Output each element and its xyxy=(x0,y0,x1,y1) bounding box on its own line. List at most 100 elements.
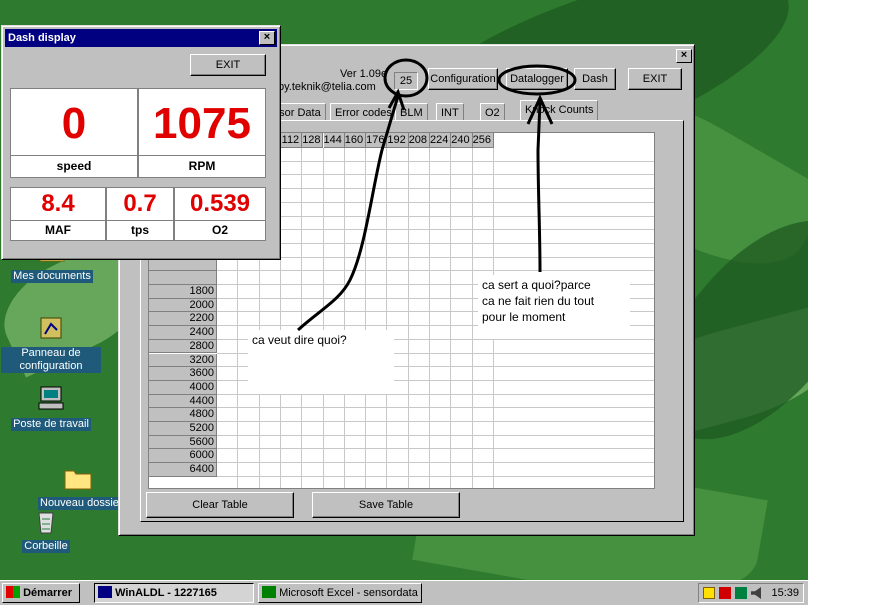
main-exit-button[interactable]: EXIT xyxy=(628,68,682,90)
column-header: 160 xyxy=(344,133,367,148)
tray-scheduler-icon[interactable] xyxy=(719,587,731,599)
speed-value: 0 xyxy=(61,99,87,148)
annotation-note-1: ca veut dire quoi? xyxy=(248,330,394,394)
tab-knock-counts[interactable]: Knock Counts xyxy=(520,100,599,121)
my-computer-icon xyxy=(35,383,67,415)
excel-app-icon xyxy=(262,586,276,598)
grid-line xyxy=(471,148,473,488)
o2-value: 0.539 xyxy=(189,190,251,217)
column-header: 192 xyxy=(387,133,409,148)
grid-line xyxy=(217,434,654,436)
column-header: 176 xyxy=(366,133,388,148)
column-header: 208 xyxy=(408,133,430,148)
grid-line xyxy=(450,148,452,488)
tps-value: 0.7 xyxy=(123,190,157,217)
column-header: 256 xyxy=(472,133,494,148)
maf-panel: 8.4 MAF xyxy=(10,187,106,241)
row-header: 4400 xyxy=(149,394,217,409)
column-header: 144 xyxy=(323,133,345,148)
tab-int[interactable]: INT xyxy=(436,103,464,121)
grid-line xyxy=(217,160,654,162)
desktop-icon-my-computer[interactable]: Poste de travail xyxy=(1,383,101,431)
row-header: 2400 xyxy=(149,326,217,340)
tab-blm[interactable]: BLM xyxy=(395,103,428,121)
row-header: 2200 xyxy=(149,312,217,327)
row-header: 6000 xyxy=(149,449,217,464)
row-header xyxy=(149,271,217,285)
grid-line xyxy=(217,407,654,409)
grid-line xyxy=(322,148,324,488)
grid-line xyxy=(301,148,303,488)
annotation-note-2: ca sert a quoi?parce ca ne fait rien du … xyxy=(478,275,630,339)
row-header: 2800 xyxy=(149,339,217,354)
tab-error-codes[interactable]: Error codes xyxy=(330,103,397,121)
row-header: 3600 xyxy=(149,367,217,381)
maf-label: MAF xyxy=(11,220,105,239)
row-header: 4800 xyxy=(149,408,217,422)
datalogger-button[interactable]: Datalogger xyxy=(506,68,568,90)
grid-line xyxy=(407,148,409,488)
clear-table-button[interactable]: Clear Table xyxy=(146,492,294,518)
row-header: 4000 xyxy=(149,380,217,395)
system-tray: 15:39 xyxy=(698,583,804,603)
tps-label: tps xyxy=(107,220,173,239)
grid-line xyxy=(217,174,654,176)
grid-line xyxy=(343,148,345,488)
grid-line xyxy=(217,448,654,450)
tray-display-icon[interactable] xyxy=(735,587,747,599)
o2-label: O2 xyxy=(175,220,265,239)
column-header: 224 xyxy=(430,133,452,148)
grid-line xyxy=(217,201,654,203)
row-header: 5600 xyxy=(149,435,217,450)
version-text: Ver 1.09e xyxy=(340,68,388,80)
taskbar: Démarrer WinALDL - 1227165 Microsoft Exc… xyxy=(0,580,808,605)
windows-logo-icon xyxy=(6,586,20,598)
grid-line xyxy=(217,256,654,258)
dash-close-button[interactable]: × xyxy=(259,31,275,45)
grid-line xyxy=(386,148,388,488)
column-header: 128 xyxy=(302,133,324,148)
save-table-button[interactable]: Save Table xyxy=(312,492,460,518)
tab-o2[interactable]: O2 xyxy=(480,103,505,121)
tps-panel: 0.7 tps xyxy=(106,187,174,241)
row-header: 3200 xyxy=(149,353,217,368)
control-panel-icon xyxy=(35,312,67,344)
grid-line xyxy=(217,421,654,422)
grid-line xyxy=(429,148,430,488)
taskbar-excel[interactable]: Microsoft Excel - sensordata xyxy=(258,583,422,603)
maf-value: 8.4 xyxy=(41,190,75,217)
dash-display-window: Dash display × EXIT 0 speed 1075 RPM 8.4… xyxy=(1,25,281,260)
recycle-bin-icon xyxy=(30,505,62,537)
tray-network-icon[interactable] xyxy=(703,587,715,599)
grid-line xyxy=(217,215,654,217)
dash-exit-button[interactable]: EXIT xyxy=(190,54,266,76)
winaldl-close-button[interactable]: × xyxy=(676,49,692,63)
desktop-icon-new-folder[interactable]: Nouveau dossier xyxy=(38,462,118,510)
rpm-panel: 1075 RPM xyxy=(138,88,266,178)
email-text: py.teknik@telia.com xyxy=(278,81,376,93)
dash-titlebar: Dash display xyxy=(5,29,277,47)
o2-panel: 0.539 O2 xyxy=(174,187,266,241)
configuration-button[interactable]: Configuration xyxy=(428,68,498,90)
desktop-icon-control-panel[interactable]: Panneau de configuration xyxy=(1,312,101,373)
column-header: 112 xyxy=(280,133,303,148)
tray-volume-icon[interactable] xyxy=(751,587,761,599)
grid-line xyxy=(217,462,654,464)
grid-line xyxy=(217,270,654,272)
row-header: 6400 xyxy=(149,463,217,477)
row-header: 1800 xyxy=(149,285,217,299)
taskbar-winaldl[interactable]: WinALDL - 1227165 xyxy=(94,583,254,603)
speed-panel: 0 speed xyxy=(10,88,138,178)
row-header: 2000 xyxy=(149,298,217,313)
grid-line xyxy=(365,148,367,488)
column-header: 240 xyxy=(451,133,473,148)
winaldl-app-icon xyxy=(98,586,112,598)
row-header: 5200 xyxy=(149,422,217,436)
start-button[interactable]: Démarrer xyxy=(2,583,80,603)
grid-line xyxy=(217,242,654,244)
grid-line xyxy=(217,229,654,231)
dash-button[interactable]: Dash xyxy=(574,68,616,90)
speed-label: speed xyxy=(11,155,137,176)
desktop-icon-recycle-bin[interactable]: Corbeille xyxy=(0,505,96,553)
clock[interactable]: 15:39 xyxy=(771,584,799,602)
